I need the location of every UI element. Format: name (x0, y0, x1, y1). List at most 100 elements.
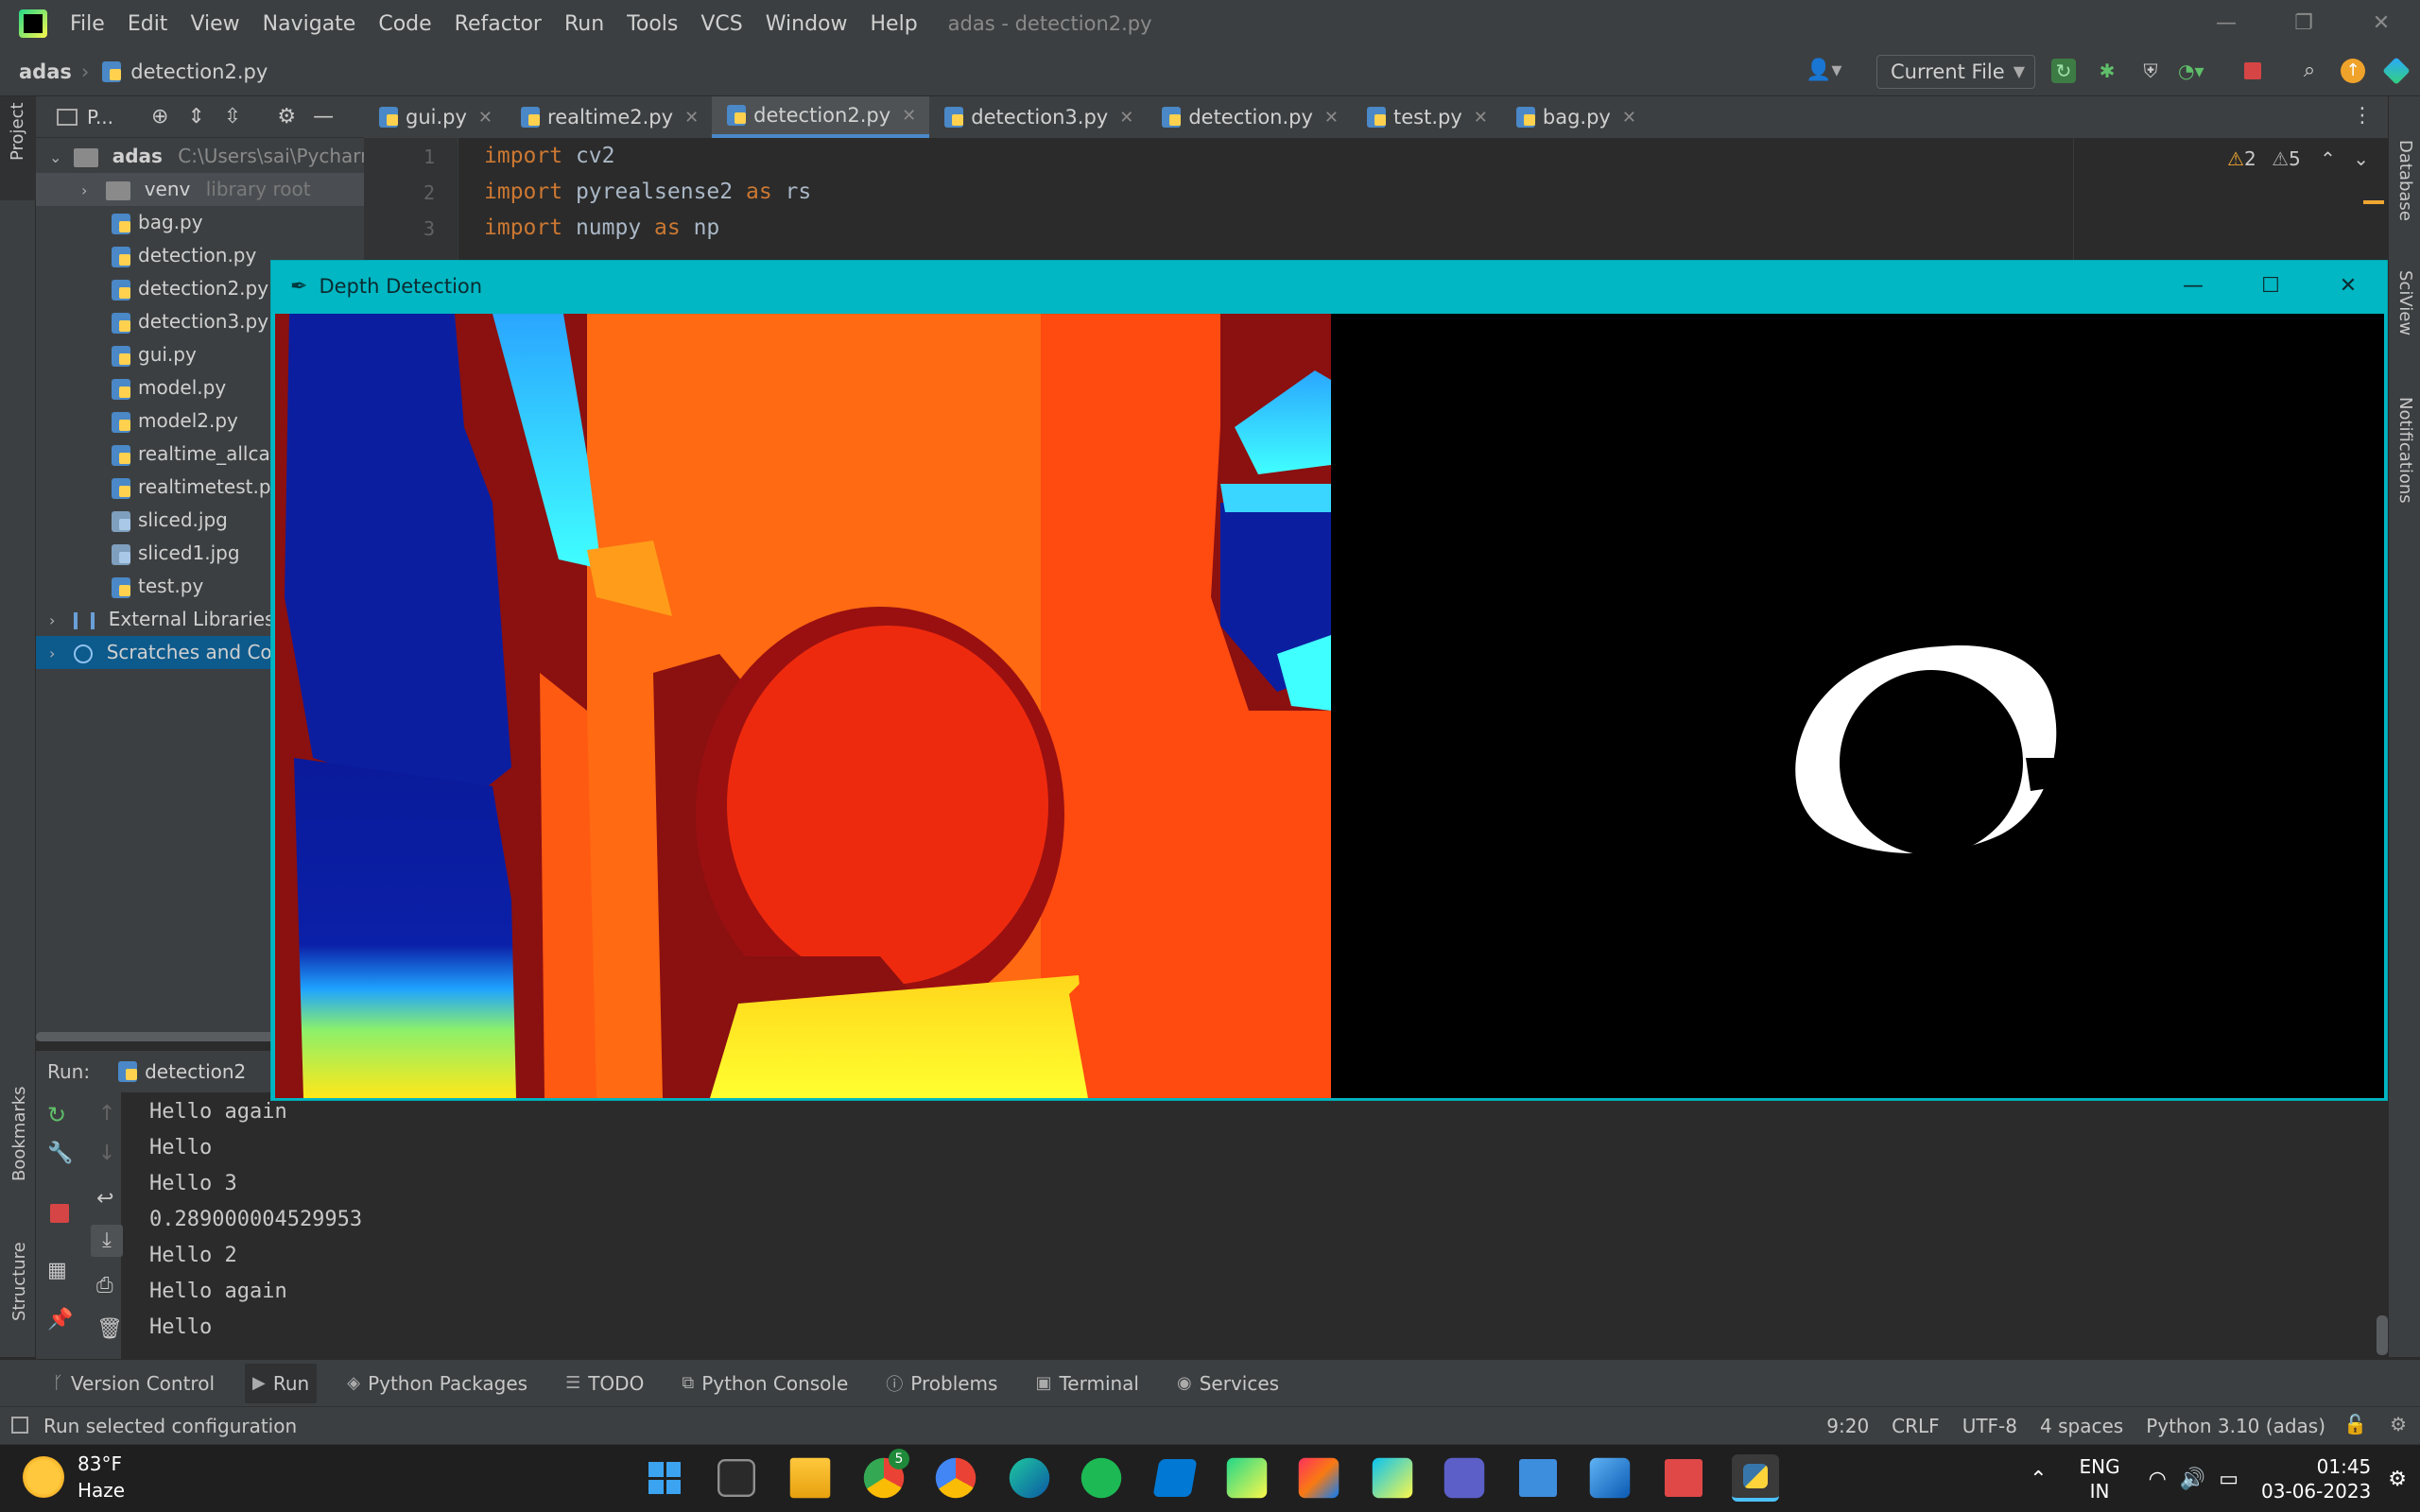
line-separator[interactable]: CRLF (1892, 1415, 1940, 1437)
caret-position[interactable]: 9:20 (1826, 1415, 1869, 1437)
arrow-up-icon[interactable]: ↑ (98, 1102, 115, 1125)
tree-item-file[interactable]: sliced.jpg (112, 504, 228, 537)
tree-root[interactable]: ⌄ adas C:\Users\sai\PycharmPr (49, 140, 398, 173)
run-configuration-select[interactable]: Current File ▼ (1876, 55, 2035, 89)
rerun-icon[interactable]: ↻ (2051, 59, 2076, 83)
weather-widget[interactable]: 83°F Haze (23, 1451, 125, 1503)
tree-item-file[interactable]: bag.py (112, 206, 203, 239)
close-button[interactable]: ✕ (2342, 0, 2420, 47)
coverage-icon[interactable]: ⛨ (2138, 59, 2163, 83)
file-encoding[interactable]: UTF-8 (1962, 1415, 2017, 1437)
chevron-down-icon[interactable]: ⌄ (2353, 147, 2369, 170)
menu-run[interactable]: Run (564, 12, 604, 36)
close-tab-icon[interactable]: ✕ (1474, 108, 1488, 128)
start-button-icon[interactable] (641, 1454, 688, 1502)
editor-tab[interactable]: realtime2.py ✕ (506, 96, 712, 138)
menu-help[interactable]: Help (871, 12, 918, 36)
bookmarks-tool-tab[interactable]: Bookmarks (9, 1086, 29, 1181)
tree-item-file[interactable]: gui.py (112, 338, 197, 371)
tree-item-file[interactable]: detection3.py (112, 305, 268, 338)
notepad-icon[interactable] (1519, 1459, 1557, 1497)
editor-tab[interactable]: detection.py ✕ (1147, 96, 1352, 138)
stop-icon[interactable] (50, 1204, 69, 1223)
sciview-tool-tab[interactable]: SciView (2395, 270, 2415, 335)
indent-setting[interactable]: 4 spaces (2040, 1415, 2123, 1437)
close-tab-icon[interactable]: ✕ (1119, 108, 1133, 128)
python-interpreter[interactable]: Python 3.10 (adas) (2146, 1415, 2325, 1437)
user-icon[interactable]: 👤▾ (1806, 59, 1841, 82)
tab-version-control[interactable]: ᚴ Version Control (45, 1364, 222, 1403)
tree-item-file[interactable]: test.py (112, 570, 203, 603)
file-explorer-icon[interactable] (789, 1457, 831, 1499)
webstorm-icon[interactable] (1372, 1457, 1413, 1499)
tab-python-packages[interactable]: ◈ Python Packages (339, 1364, 535, 1403)
close-tab-icon[interactable]: ✕ (902, 106, 916, 126)
toggle-tool-windows-icon[interactable] (11, 1417, 28, 1434)
memory-indicator-icon[interactable]: ⚙ (2390, 1413, 2407, 1435)
menu-refactor[interactable]: Refactor (455, 12, 542, 36)
menu-edit[interactable]: Edit (128, 12, 168, 36)
debug-icon[interactable]: ✱ (2095, 59, 2119, 83)
spotify-icon[interactable] (1080, 1457, 1122, 1499)
editor-tab[interactable]: bag.py ✕ (1501, 96, 1650, 138)
database-tool-tab[interactable]: Database (2395, 140, 2415, 221)
notifications-tool-tab[interactable]: Notifications (2395, 397, 2415, 504)
close-tab-icon[interactable]: ✕ (1622, 108, 1636, 128)
tree-item-file[interactable]: realtimetest.py (112, 471, 282, 504)
intellij-icon[interactable] (1298, 1457, 1340, 1499)
structure-tool-tab[interactable]: Structure (9, 1242, 29, 1321)
project-tool-tab[interactable]: Project (8, 102, 27, 161)
popup-close-button[interactable]: ✕ (2309, 261, 2387, 312)
chrome-profile-icon[interactable] (935, 1457, 977, 1499)
tab-python-console[interactable]: ⧉ Python Console (674, 1364, 856, 1403)
minimize-button[interactable]: — (2187, 0, 2265, 47)
tree-item-venv[interactable]: › venv library root (36, 173, 364, 206)
snipping-tool-icon[interactable] (1665, 1459, 1703, 1497)
tab-terminal[interactable]: ▣ Terminal (1028, 1364, 1147, 1403)
expand-all-icon[interactable]: ⇕ (187, 105, 204, 129)
menu-view[interactable]: View (190, 12, 239, 36)
collapse-all-icon[interactable]: ⇳ (224, 105, 241, 129)
close-tab-icon[interactable]: ✕ (478, 108, 493, 128)
battery-icon[interactable]: ▭ (2219, 1468, 2238, 1491)
menu-file[interactable]: File (70, 12, 105, 36)
edge-icon[interactable] (1009, 1457, 1050, 1499)
rerun-icon[interactable]: ↻ (47, 1102, 66, 1128)
horizontal-scrollbar[interactable] (36, 1032, 282, 1041)
unity-icon[interactable] (717, 1459, 755, 1497)
update-icon[interactable]: ↑ (2341, 59, 2365, 83)
vertical-scrollbar[interactable] (2377, 1315, 2388, 1355)
editor-tab[interactable]: test.py ✕ (1352, 96, 1501, 138)
editor-tab[interactable]: gui.py ✕ (364, 96, 506, 138)
stop-icon[interactable] (2244, 62, 2261, 79)
tab-run[interactable]: ▶ Run (245, 1363, 318, 1403)
search-icon[interactable]: ⌕ (2297, 59, 2322, 83)
menu-navigate[interactable]: Navigate (263, 12, 356, 36)
chevron-up-icon[interactable]: ⌃ (2320, 147, 2336, 170)
restore-button[interactable]: ❐ (2265, 0, 2342, 47)
inspection-widget[interactable]: ⚠2 ⚠5 ⌃ ⌄ (2227, 147, 2369, 170)
profile-icon[interactable]: ◔▾ (2178, 59, 2204, 83)
breadcrumb-project[interactable]: adas (19, 60, 72, 83)
tree-item-file[interactable]: model.py (112, 371, 226, 404)
chevron-up-icon[interactable]: ⌃ (2030, 1468, 2047, 1491)
lock-icon[interactable]: 🔓 (2343, 1413, 2367, 1435)
tab-todo[interactable]: ☰ TODO (558, 1364, 651, 1403)
pycharm-icon[interactable] (1226, 1457, 1268, 1499)
tree-item-file[interactable]: model2.py (112, 404, 238, 438)
menu-code[interactable]: Code (378, 12, 431, 36)
locate-icon[interactable]: ⊕ (151, 105, 168, 129)
trash-icon[interactable]: 🗑 (96, 1317, 123, 1341)
tab-problems[interactable]: ⓘ Problems (878, 1364, 1005, 1403)
tab-services[interactable]: ◉ Services (1169, 1364, 1287, 1403)
run-tab-label[interactable]: detection2 (145, 1060, 246, 1083)
layout-icon[interactable]: ▦ (47, 1259, 67, 1282)
breadcrumb-file[interactable]: detection2.py (130, 60, 268, 83)
vscode-icon[interactable] (1152, 1459, 1198, 1497)
wifi-icon[interactable]: ◠ (2149, 1468, 2167, 1491)
arrow-down-icon[interactable]: ↓ (98, 1142, 115, 1165)
popup-minimize-button[interactable]: — (2154, 261, 2232, 312)
menu-window[interactable]: Window (766, 12, 848, 36)
tree-item-file[interactable]: detection2.py (112, 272, 268, 305)
editor-tab-active[interactable]: detection2.py ✕ (712, 96, 930, 138)
